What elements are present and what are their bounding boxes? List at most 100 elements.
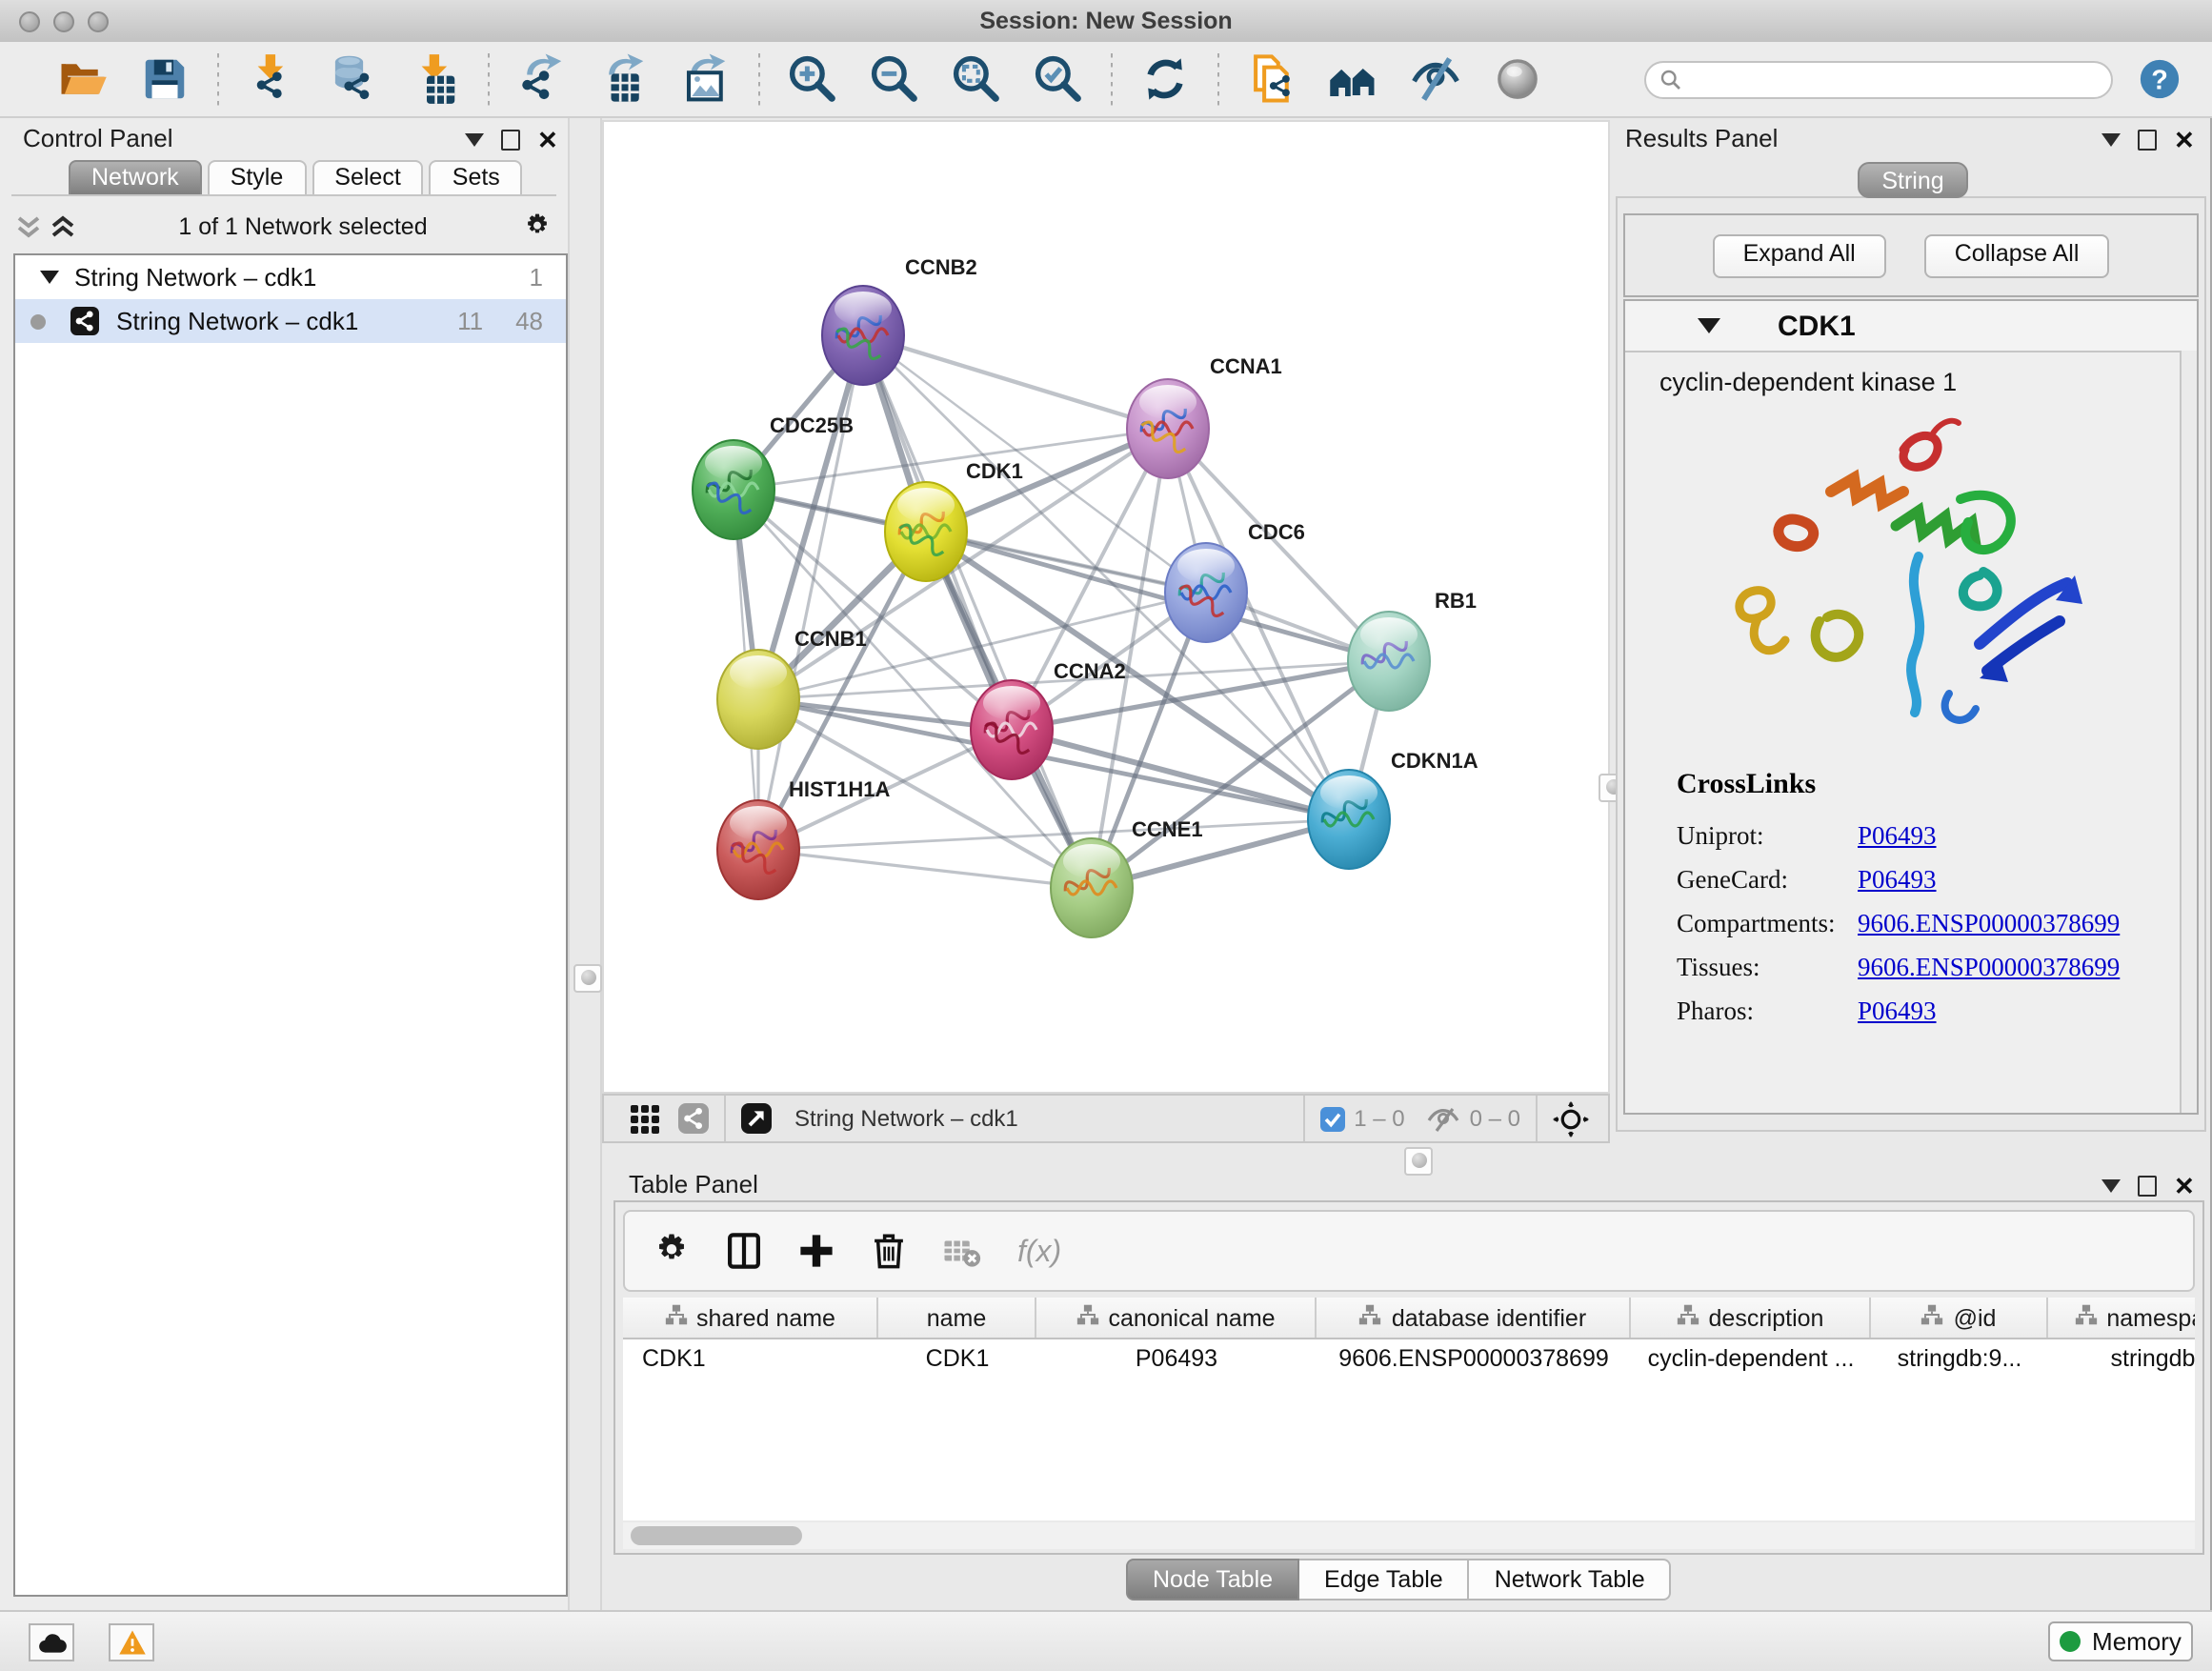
network-overview-icon[interactable] [1328, 53, 1379, 105]
column-header-@id[interactable]: @id [1871, 1298, 2048, 1338]
tab-select[interactable]: Select [312, 160, 424, 196]
table-panel-float-icon[interactable] [2138, 1176, 2157, 1197]
collapse-icon[interactable] [40, 271, 59, 284]
tab-network[interactable]: Network [69, 160, 202, 196]
collapse-all-icon[interactable] [15, 213, 42, 240]
birdseye-icon[interactable] [1553, 1100, 1589, 1137]
tab-node-table[interactable]: Node Table [1126, 1559, 1299, 1601]
grid-view-icon[interactable] [631, 1104, 659, 1133]
network-node-CDK1[interactable] [885, 482, 967, 581]
network-node-CDC25B[interactable] [693, 440, 774, 539]
network-badge-icon[interactable] [678, 1103, 709, 1134]
network-node-CCNA2[interactable] [971, 680, 1053, 779]
gene-section-header[interactable]: CDK1 [1625, 301, 2197, 352]
scrollbar-thumb[interactable] [631, 1526, 802, 1545]
expand-all-button[interactable]: Expand All [1713, 233, 1886, 277]
network-node-CCNB2[interactable] [822, 286, 904, 385]
table-panel-close-icon[interactable]: ✕ [2174, 1178, 2195, 1195]
save-session-icon[interactable] [139, 53, 191, 105]
table-cell[interactable]: stringdb:9... [1871, 1339, 2048, 1378]
table-cell[interactable]: 9606.ENSP00000378699 [1317, 1339, 1631, 1378]
zoom-fit-icon[interactable] [951, 53, 1002, 105]
import-database-icon[interactable] [328, 53, 379, 105]
copy-network-icon[interactable] [1246, 53, 1297, 105]
column-header-namespace[interactable]: namespace [2048, 1298, 2195, 1338]
column-header-database-identifier[interactable]: database identifier [1317, 1298, 1631, 1338]
tab-sets[interactable]: Sets [430, 160, 523, 196]
network-edge-CCNB2-HIST1H1A[interactable] [758, 335, 863, 850]
vertical-splitter[interactable] [568, 118, 602, 1612]
network-node-RB1[interactable] [1348, 612, 1430, 711]
warning-button[interactable] [109, 1623, 154, 1661]
table-settings-gear-icon[interactable] [652, 1231, 692, 1271]
control-panel-float-icon[interactable] [501, 130, 520, 151]
show-columns-icon[interactable] [724, 1231, 764, 1271]
network-canvas[interactable]: CCNB2CCNA1CDC25BCDK1CDC6RB1CCNB1CCNA2CDK… [602, 120, 1610, 1094]
cloud-button[interactable] [29, 1623, 74, 1661]
search-input[interactable] [1644, 60, 2113, 98]
add-column-icon[interactable] [796, 1231, 836, 1271]
crosslink-link[interactable]: 9606.ENSP00000378699 [1858, 952, 2120, 982]
zoom-out-icon[interactable] [869, 53, 920, 105]
table-panel-menu-icon[interactable] [2101, 1179, 2121, 1193]
tree-row-collection[interactable]: String Network – cdk1 1 [15, 255, 566, 299]
column-header-name[interactable]: name [878, 1298, 1036, 1338]
crosslink-link[interactable]: P06493 [1858, 996, 1937, 1026]
results-panel-menu-icon[interactable] [2101, 133, 2121, 147]
horizontal-splitter-handle[interactable] [1404, 1147, 1433, 1176]
export-table-icon[interactable] [598, 53, 650, 105]
zoom-in-icon[interactable] [787, 53, 838, 105]
open-session-icon[interactable] [57, 53, 109, 105]
network-options-gear-icon[interactable] [522, 211, 553, 242]
zoom-selected-icon[interactable] [1033, 53, 1084, 105]
table-cell[interactable]: CDK1 [623, 1339, 878, 1378]
splitter-handle[interactable] [573, 964, 602, 993]
record-icon[interactable] [1492, 53, 1543, 105]
export-network-icon[interactable] [516, 53, 568, 105]
refresh-icon[interactable] [1139, 53, 1191, 105]
table-cell[interactable]: stringdb [2048, 1339, 2195, 1378]
network-node-CDC6[interactable] [1165, 543, 1247, 642]
selected-checkbox-icon[interactable] [1319, 1106, 1344, 1131]
control-panel-close-icon[interactable]: ✕ [537, 131, 558, 149]
network-node-CDKN1A[interactable] [1308, 770, 1390, 869]
table-cell[interactable]: cyclin-dependent ... [1631, 1339, 1871, 1378]
memory-button[interactable]: Memory [2048, 1621, 2193, 1661]
tab-string[interactable]: String [1858, 162, 1968, 198]
column-header-canonical-name[interactable]: canonical name [1036, 1298, 1317, 1338]
collapse-gene-icon[interactable] [1698, 318, 1720, 333]
results-scrollbar[interactable] [2180, 351, 2197, 1113]
network-edge-CCNB2-CCNE1[interactable] [863, 335, 1092, 888]
open-in-window-icon[interactable] [741, 1103, 772, 1134]
tab-style[interactable]: Style [208, 160, 307, 196]
expand-all-icon[interactable] [50, 213, 76, 240]
hide-panel-icon[interactable] [1410, 53, 1461, 105]
crosslink-link[interactable]: 9606.ENSP00000378699 [1858, 908, 2120, 938]
collapse-all-button[interactable]: Collapse All [1924, 233, 2110, 277]
column-header-shared-name[interactable]: shared name [623, 1298, 878, 1338]
import-table-icon[interactable] [410, 53, 461, 105]
tree-row-network[interactable]: String Network – cdk1 11 48 [15, 299, 566, 343]
table-cell[interactable]: P06493 [1036, 1339, 1317, 1378]
network-node-CCNB1[interactable] [717, 650, 799, 749]
results-panel-close-icon[interactable]: ✕ [2174, 131, 2195, 149]
help-button[interactable]: ? [2138, 57, 2182, 101]
export-image-icon[interactable] [680, 53, 732, 105]
column-header-description[interactable]: description [1631, 1298, 1871, 1338]
tab-network-table[interactable]: Network Table [1470, 1559, 1672, 1601]
network-node-CCNE1[interactable] [1051, 838, 1133, 937]
control-panel-menu-icon[interactable] [465, 133, 484, 147]
crosslink-link[interactable]: P06493 [1858, 820, 1937, 851]
title-bar[interactable]: Session: New Session [0, 0, 2212, 44]
table-horizontal-scrollbar[interactable] [623, 1522, 2195, 1549]
network-edge-CCNA2-CDKN1A[interactable] [1012, 730, 1349, 819]
results-panel-float-icon[interactable] [2138, 130, 2157, 151]
network-edge-CCNE1-HIST1H1A[interactable] [758, 850, 1092, 888]
network-node-CCNA1[interactable] [1127, 379, 1209, 478]
import-network-icon[interactable] [246, 53, 297, 105]
crosslink-link[interactable]: P06493 [1858, 864, 1937, 895]
delete-column-icon[interactable] [869, 1231, 909, 1271]
network-node-HIST1H1A[interactable] [717, 800, 799, 899]
tab-edge-table[interactable]: Edge Table [1299, 1559, 1470, 1601]
table-cell[interactable]: CDK1 [878, 1339, 1036, 1378]
